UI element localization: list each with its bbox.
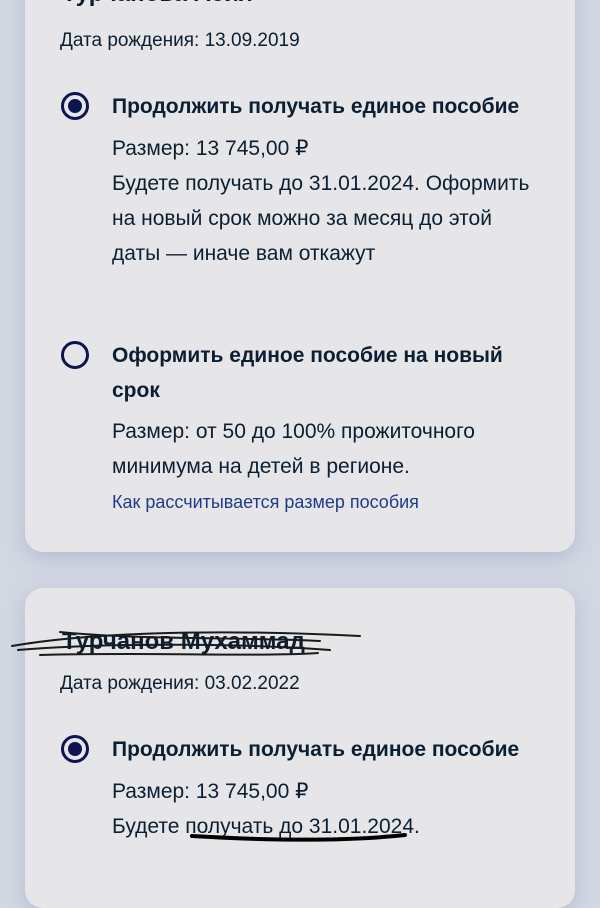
radio-new-term[interactable] [61,341,89,369]
child-card: Турчанова Асия Дата рождения: 13.09.2019… [25,0,575,552]
child-name: Турчанова Асия [62,0,253,8]
radio-continue-benefit[interactable] [61,92,89,120]
child-name: Турчанов Мухаммад [62,628,305,655]
option-title[interactable]: Оформить единое пособие на новый срок [112,338,552,408]
option-amount: Размер: 13 745,00 ₽ [112,780,309,803]
option-amount: Размер: от 50 до 100% прожиточного миним… [112,420,475,478]
benefit-calculation-link[interactable]: Как рассчитывается размер пособия [112,492,419,513]
option-title[interactable]: Продолжить получать единое пособие [112,732,552,767]
birth-date: Дата рождения: 03.02.2022 [60,673,300,694]
option-note: Будете получать до 31.01.2024. [112,815,420,838]
birth-date: Дата рождения: 13.09.2019 [60,30,300,51]
option-amount: Размер: 13 745,00 ₽ [112,137,309,160]
option-title[interactable]: Продолжить получать единое пособие [112,89,552,124]
child-card: Турчанов Мухаммад Дата рождения: 03.02.2… [25,588,575,908]
option-note: Будете получать до 31.01.2024. Оформить … [112,172,530,265]
radio-continue-benefit[interactable] [61,735,89,763]
